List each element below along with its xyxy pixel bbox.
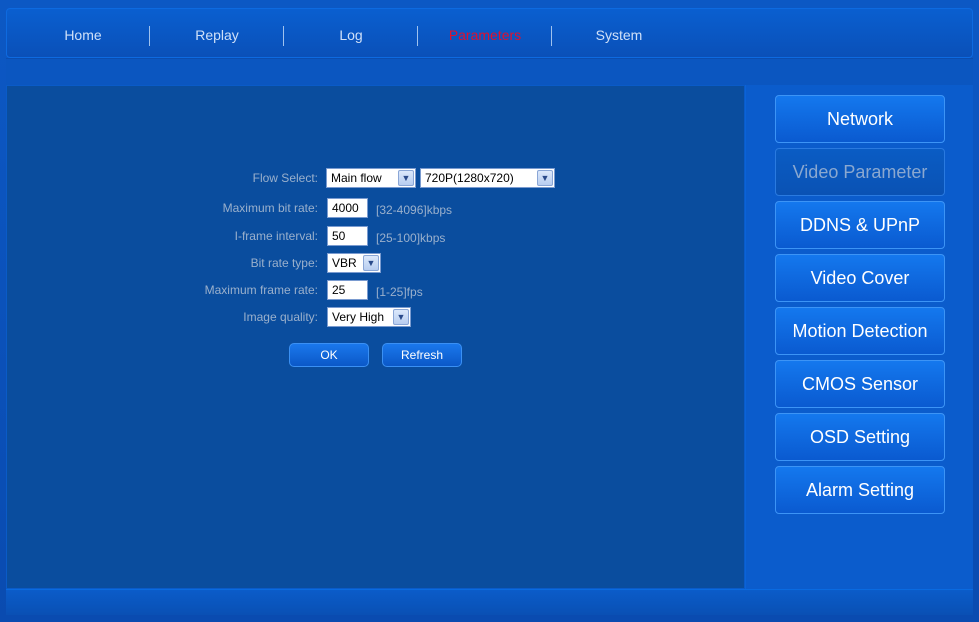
sub-bar: [6, 58, 973, 85]
settings-panel: Flow Select: Main flow ▼ 720P(1280x720) …: [6, 85, 745, 589]
chevron-down-icon: ▼: [398, 170, 414, 186]
bit-rate-type-row: Bit rate type: VBR ▼: [7, 253, 746, 273]
resolution-dropdown[interactable]: 720P(1280x720) ▼: [420, 168, 555, 188]
iframe-interval-hint: [25-100]kbps: [376, 231, 446, 245]
flow-select-label: Flow Select:: [252, 171, 318, 185]
bit-rate-type-dropdown[interactable]: VBR ▼: [327, 253, 381, 273]
sidebar-item-osd-setting[interactable]: OSD Setting: [775, 413, 945, 461]
footer-bar: [6, 589, 973, 615]
max-bit-rate-label: Maximum bit rate:: [222, 201, 318, 215]
nav-system[interactable]: System: [552, 25, 686, 45]
bit-rate-type-value: VBR: [332, 256, 357, 270]
iframe-interval-input[interactable]: 50: [327, 226, 368, 246]
image-quality-value: Very High: [332, 310, 385, 324]
max-bit-rate-row: Maximum bit rate: 4000 [32-4096]kbps: [7, 198, 746, 218]
sidebar-item-network[interactable]: Network: [775, 95, 945, 143]
flow-select-dropdown[interactable]: Main flow ▼: [326, 168, 416, 188]
image-quality-row: Image quality: Very High ▼: [7, 307, 746, 327]
ok-button[interactable]: OK: [289, 343, 369, 367]
chevron-down-icon: ▼: [393, 309, 409, 325]
sidebar-item-cmos-sensor[interactable]: CMOS Sensor: [775, 360, 945, 408]
chevron-down-icon: ▼: [363, 255, 379, 271]
chevron-down-icon: ▼: [537, 170, 553, 186]
nav-replay[interactable]: Replay: [150, 25, 284, 45]
flow-select-value: Main flow: [331, 171, 382, 185]
sidebar-item-video-parameter[interactable]: Video Parameter: [775, 148, 945, 196]
iframe-interval-row: I-frame interval: 50 [25-100]kbps: [7, 226, 746, 246]
image-quality-label: Image quality:: [243, 310, 318, 324]
max-bit-rate-hint: [32-4096]kbps: [376, 203, 453, 217]
image-quality-dropdown[interactable]: Very High ▼: [327, 307, 411, 327]
sidebar: Network Video Parameter DDNS & UPnP Vide…: [745, 85, 973, 589]
max-bit-rate-input[interactable]: 4000: [327, 198, 368, 218]
max-frame-rate-label: Maximum frame rate:: [204, 283, 318, 297]
flow-select-row: Flow Select: Main flow ▼ 720P(1280x720) …: [7, 168, 746, 188]
iframe-interval-label: I-frame interval:: [234, 229, 318, 243]
sidebar-item-motion-detection[interactable]: Motion Detection: [775, 307, 945, 355]
max-frame-rate-input[interactable]: 25: [327, 280, 368, 300]
top-nav: Home Replay Log Parameters System: [6, 8, 973, 58]
sidebar-item-alarm-setting[interactable]: Alarm Setting: [775, 466, 945, 514]
bit-rate-type-label: Bit rate type:: [250, 256, 318, 270]
nav-log[interactable]: Log: [284, 25, 418, 45]
max-frame-rate-row: Maximum frame rate: 25 [1-25]fps: [7, 280, 746, 300]
sidebar-item-ddns-upnp[interactable]: DDNS & UPnP: [775, 201, 945, 249]
nav-parameters[interactable]: Parameters: [418, 25, 552, 45]
sidebar-item-video-cover[interactable]: Video Cover: [775, 254, 945, 302]
nav-home[interactable]: Home: [16, 25, 150, 45]
resolution-value: 720P(1280x720): [425, 171, 514, 185]
max-frame-rate-hint: [1-25]fps: [376, 285, 423, 299]
refresh-button[interactable]: Refresh: [382, 343, 462, 367]
